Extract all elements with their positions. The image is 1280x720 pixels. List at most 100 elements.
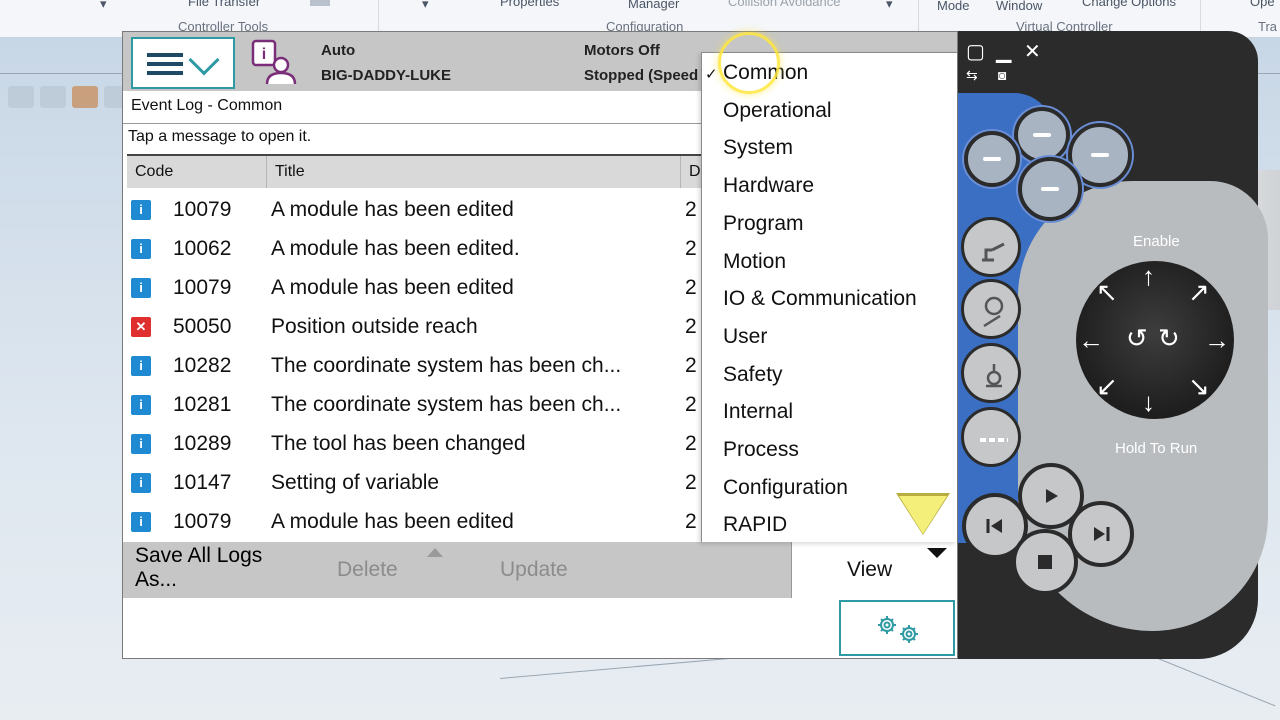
ribbon-collision-avoidance[interactable]: Collision Avoidance [728,0,841,9]
dash-button[interactable] [961,407,1021,467]
table-row[interactable]: i 10281 The coordinate system has been ch.… [127,385,707,424]
viewport-tool-icon[interactable] [40,86,66,108]
table-row[interactable]: i 10289 The tool has been changed 2 [127,424,707,463]
row-code: 10289 [173,432,232,455]
step-forward-icon [1094,527,1110,541]
scroll-down-icon[interactable] [899,496,947,534]
ribbon-mode[interactable]: Mode [937,0,970,13]
program-state: Stopped (Speed [584,67,699,84]
instruction-text: Tap a message to open it. [128,128,312,145]
page-title: Event Log - Common [131,97,283,114]
step-forward-button[interactable] [1068,501,1134,567]
category-item-process[interactable]: Process [723,438,799,462]
ribbon-dropdown-arrow-icon[interactable]: ▾ [886,0,893,12]
event-log-table: Code Title D i 10079 A module has been edi… [127,154,707,544]
hard-button-1[interactable] [1014,107,1070,163]
svg-text:i: i [262,46,266,63]
category-item-operational[interactable]: Operational [723,99,832,123]
command-bar: Save All Logs As... Delete Update View [123,542,957,598]
joystick[interactable]: ↑ ↓ ← → ↖ ↗ ↙ ↘ ↺ ↻ [1076,261,1234,419]
abb-menu-button[interactable] [131,37,235,89]
table-row[interactable]: i 10079 A module has been edited 2 [127,502,707,541]
column-header-code[interactable]: Code [127,156,267,188]
error-icon: ✕ [131,317,151,337]
category-item-motion[interactable]: Motion [723,250,786,274]
save-all-logs-button[interactable]: Save All Logs As... [135,544,262,592]
hard-button-4[interactable] [1018,157,1082,221]
row-date: 2 [685,471,697,494]
table-row[interactable]: i 10062 A module has been edited. 2 [127,229,707,268]
ribbon-dropdown-arrow-icon[interactable]: ▾ [100,0,107,12]
arrow-up-right-icon: ↗ [1188,277,1210,307]
ribbon-properties[interactable]: Properties [500,0,559,9]
ribbon-manager[interactable]: Manager [628,0,679,11]
controller-name: BIG-DADDY-LUKE [321,67,451,84]
table-row[interactable]: i 10282 The coordinate system has been ch.… [127,346,707,385]
row-date: 2 [685,393,697,416]
row-title: A module has been edited [271,510,514,533]
category-item-configuration[interactable]: Configuration [723,476,848,500]
category-item-io-communication[interactable]: IO & Communication [723,287,917,311]
swap-icon[interactable]: ⇆ [966,67,978,84]
ribbon-dropdown-arrow-icon[interactable]: ▾ [422,0,429,12]
category-item-safety[interactable]: Safety [723,363,783,387]
event-info-icon[interactable]: i [249,38,297,86]
category-item-hardware[interactable]: Hardware [723,174,814,198]
maximize-icon[interactable]: ▢ [966,39,985,64]
hard-button-2[interactable] [964,131,1020,187]
info-icon: i [131,434,151,454]
view-button[interactable]: View [791,542,957,598]
row-date: 2 [685,276,697,299]
category-item-rapid[interactable]: RAPID [723,513,787,537]
update-button[interactable]: Update [500,558,568,582]
table-row[interactable]: i 10147 Setting of variable 2 [127,463,707,502]
arrow-up-icon: ↑ [1142,261,1155,291]
category-item-system[interactable]: System [723,136,793,160]
mechanical-unit-button[interactable] [961,217,1021,277]
table-row[interactable]: i 10079 A module has been edited 2 [127,190,707,229]
row-code: 10079 [173,276,232,299]
minimize-icon[interactable]: ▁ [996,39,1011,64]
rotate-ccw-icon: ↺ [1126,323,1148,353]
button-glyph [1033,133,1051,137]
triangle-up-icon [427,548,443,557]
motors-state: Motors Off [584,42,660,59]
row-code: 10062 [173,237,232,260]
ribbon-window[interactable]: Window [996,0,1042,13]
row-date: 2 [685,315,697,338]
category-item-internal[interactable]: Internal [723,400,793,424]
save-all-logs-label-line1: Save All Logs [135,544,263,567]
settings-button[interactable] [839,600,955,656]
increment-button[interactable] [961,343,1021,403]
motion-mode-button[interactable] [961,279,1021,339]
ribbon-file-transfer[interactable]: File Transfer [188,0,260,9]
arrow-down-icon: ↓ [1142,387,1155,417]
cursor-highlight [718,32,780,94]
arrow-left-icon: ← [1078,325,1104,355]
stop-button[interactable] [1012,529,1078,595]
row-code: 10147 [173,471,232,494]
info-icon: i [131,473,151,493]
category-item-user[interactable]: User [723,325,767,349]
hamburger-icon [147,53,183,75]
ribbon-tool-icon[interactable] [310,0,330,6]
delete-button[interactable]: Delete [337,558,398,582]
viewport-tool-icon[interactable] [8,86,34,108]
table-row[interactable]: i 10079 A module has been edited 2 [127,268,707,307]
viewport-tool-icon[interactable] [72,86,98,108]
save-all-logs-label-line2: As... [135,568,178,591]
ribbon-open[interactable]: Ope [1250,0,1275,9]
row-code: 50050 [173,315,232,338]
camera-icon[interactable]: ◙ [998,67,1006,83]
hold-to-run-label[interactable]: Hold To Run [1115,440,1197,457]
ribbon-change-options[interactable]: Change Options [1082,0,1176,9]
column-header-title[interactable]: Title [267,156,681,188]
enable-label[interactable]: Enable [1133,233,1180,250]
category-item-program[interactable]: Program [723,212,804,236]
info-icon: i [131,200,151,220]
close-icon[interactable]: ✕ [1024,39,1041,64]
table-row[interactable]: ✕ 50050 Position outside reach 2 [127,307,707,346]
step-back-icon [986,519,1002,533]
viewport-toolbar [8,86,130,108]
chevron-down-icon [188,44,220,76]
